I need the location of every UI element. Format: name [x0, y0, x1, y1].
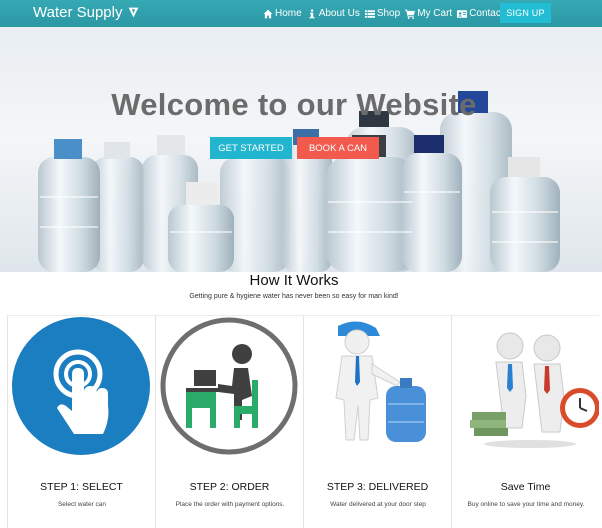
nav-home-label: Home [275, 8, 302, 19]
how-it-works-subtitle: Getting pure & hygiene water has never b… [189, 293, 399, 300]
nav-about-label: About Us [318, 8, 360, 19]
step-1-title: STEP 1: SELECT [40, 481, 123, 493]
water-drop-icon [129, 7, 139, 18]
step-4-desc: Buy online to save your time and money. [467, 501, 585, 508]
step-card-select: STEP 1: SELECT Select water can [7, 315, 155, 528]
nav-about[interactable]: About Us [307, 8, 360, 19]
brand-name: Water Supply [33, 4, 123, 21]
step-1-desc: Select water can [57, 501, 107, 508]
step-2-title: STEP 2: ORDER [189, 481, 270, 493]
cart-icon [405, 9, 416, 19]
how-it-works-title: How It Works [249, 272, 339, 289]
hero-banner: Welcome to our Website GET STARTED BOOK … [0, 27, 602, 272]
handshake-money-clock-icon [470, 332, 599, 448]
nav-links: Home About Us Shop My Cart Contact Us [263, 0, 524, 27]
book-a-can-button[interactable]: BOOK A CAN [297, 137, 379, 159]
nav-cart[interactable]: My Cart [405, 8, 452, 19]
contact-card-icon [457, 9, 468, 18]
step-card-save-time: Save Time Buy online to save your time a… [451, 315, 599, 528]
nav-shop[interactable]: Shop [364, 8, 401, 19]
nav-shop-label: Shop [376, 8, 401, 19]
person-at-computer-icon [160, 317, 298, 455]
signup-button[interactable]: SIGN UP [500, 3, 551, 23]
list-icon [364, 9, 375, 18]
info-icon [309, 8, 315, 18]
delivery-man-water-can-icon [335, 321, 426, 442]
navbar: Water Supply Home About Us Shop My Cart … [0, 0, 602, 27]
steps-row: STEP 1: SELECT Select water can STEP 2: … [7, 315, 602, 528]
step-card-delivered: STEP 3: DELIVERED Water delivered at you… [303, 315, 451, 528]
step-3-desc: Water delivered at your door step [330, 501, 426, 508]
step-4-title: Save Time [500, 481, 551, 493]
step-card-order: STEP 2: ORDER Place the order with payme… [155, 315, 303, 528]
nav-cart-label: My Cart [417, 8, 453, 19]
step-3-title: STEP 3: DELIVERED [326, 481, 429, 493]
home-icon [263, 9, 273, 18]
hero-title: Welcome to our Website [111, 87, 477, 122]
nav-home[interactable]: Home [263, 8, 302, 19]
get-started-button[interactable]: GET STARTED [210, 137, 292, 159]
tap-finger-icon [12, 317, 150, 455]
step-2-desc: Place the order with payment options. [175, 501, 285, 508]
brand-link[interactable]: Water Supply [33, 4, 140, 21]
